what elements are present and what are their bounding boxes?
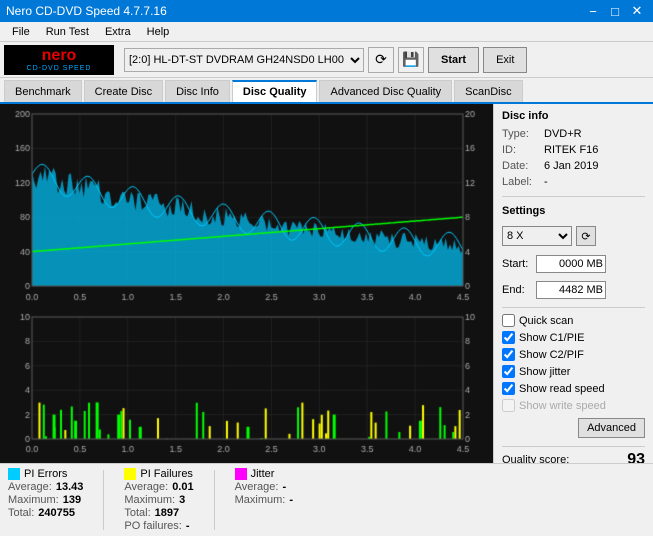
quick-scan-label[interactable]: Quick scan bbox=[519, 315, 573, 327]
tab-benchmark[interactable]: Benchmark bbox=[4, 80, 82, 102]
disc-info-title: Disc info bbox=[502, 110, 645, 122]
jitter-max-label: Maximum: bbox=[235, 494, 286, 506]
menu-extra[interactable]: Extra bbox=[97, 24, 139, 40]
disc-label-label: Label: bbox=[502, 176, 540, 188]
chart-bottom bbox=[2, 311, 491, 461]
pi-errors-stats: PI Errors Average: 13.43 Maximum: 139 To… bbox=[8, 468, 83, 532]
app-logo: nero CD-DVD SPEED bbox=[4, 45, 114, 75]
tab-bar: Benchmark Create Disc Disc Info Disc Qua… bbox=[0, 78, 653, 104]
stats-divider-1 bbox=[103, 470, 104, 530]
show-c1-pie-label[interactable]: Show C1/PIE bbox=[519, 332, 584, 344]
toolbar: nero CD-DVD SPEED [2:0] HL-DT-ST DVDRAM … bbox=[0, 42, 653, 78]
pi-failures-legend bbox=[124, 468, 136, 480]
pi-total-label: Total: bbox=[8, 507, 34, 519]
pi-total-value: 240755 bbox=[38, 507, 75, 519]
nero-sub-text: CD-DVD SPEED bbox=[27, 65, 92, 72]
tab-disc-info[interactable]: Disc Info bbox=[165, 80, 230, 102]
jitter-legend bbox=[235, 468, 247, 480]
app-title: Nero CD-DVD Speed 4.7.7.16 bbox=[6, 4, 167, 18]
pif-total-label: Total: bbox=[124, 507, 150, 519]
start-button[interactable]: Start bbox=[428, 47, 479, 73]
type-label: Type: bbox=[502, 128, 540, 140]
settings-title: Settings bbox=[502, 205, 645, 217]
jitter-stats: Jitter Average: - Maximum: - bbox=[235, 468, 293, 532]
pif-avg-label: Average: bbox=[124, 481, 168, 493]
refresh-icon-button[interactable]: ⟳ bbox=[368, 47, 394, 73]
jitter-title: Jitter bbox=[251, 468, 275, 480]
start-field[interactable] bbox=[536, 255, 606, 273]
end-label: End: bbox=[502, 284, 532, 296]
pi-errors-legend bbox=[8, 468, 20, 480]
disc-label-value: - bbox=[544, 176, 548, 188]
close-button[interactable]: ✕ bbox=[627, 1, 647, 21]
exit-button[interactable]: Exit bbox=[483, 47, 527, 73]
tab-disc-quality[interactable]: Disc Quality bbox=[232, 80, 318, 102]
jitter-max-value: - bbox=[289, 494, 293, 506]
pi-failures-title: PI Failures bbox=[140, 468, 193, 480]
show-c1-pie-checkbox[interactable] bbox=[502, 331, 515, 344]
tab-create-disc[interactable]: Create Disc bbox=[84, 80, 163, 102]
show-c2-pif-checkbox[interactable] bbox=[502, 348, 515, 361]
quality-score-label: Quality score: bbox=[502, 454, 569, 463]
id-label: ID: bbox=[502, 144, 540, 156]
date-label: Date: bbox=[502, 160, 540, 172]
menu-file[interactable]: File bbox=[4, 24, 38, 40]
show-jitter-checkbox[interactable] bbox=[502, 365, 515, 378]
pi-failures-stats: PI Failures Average: 0.01 Maximum: 3 Tot… bbox=[124, 468, 193, 532]
end-field[interactable] bbox=[536, 281, 606, 299]
show-read-speed-checkbox[interactable] bbox=[502, 382, 515, 395]
po-failures-label: PO failures: bbox=[124, 520, 181, 532]
titlebar: Nero CD-DVD Speed 4.7.7.16 − □ ✕ bbox=[0, 0, 653, 22]
quick-scan-checkbox[interactable] bbox=[502, 314, 515, 327]
stats-divider-2 bbox=[214, 470, 215, 530]
pi-errors-title: PI Errors bbox=[24, 468, 67, 480]
menubar: File Run Test Extra Help bbox=[0, 22, 653, 42]
pif-max-label: Maximum: bbox=[124, 494, 175, 506]
pi-avg-label: Average: bbox=[8, 481, 52, 493]
type-value: DVD+R bbox=[544, 128, 582, 140]
show-read-speed-label[interactable]: Show read speed bbox=[519, 383, 605, 395]
date-value: 6 Jan 2019 bbox=[544, 160, 598, 172]
menu-help[interactable]: Help bbox=[139, 24, 178, 40]
quality-score-row: Quality score: 93 bbox=[502, 446, 645, 463]
show-jitter-label[interactable]: Show jitter bbox=[519, 366, 570, 378]
drive-select[interactable]: [2:0] HL-DT-ST DVDRAM GH24NSD0 LH00 bbox=[124, 48, 364, 72]
save-icon-button[interactable]: 💾 bbox=[398, 47, 424, 73]
quality-score-value: 93 bbox=[627, 451, 645, 463]
advanced-button[interactable]: Advanced bbox=[578, 418, 645, 438]
show-write-speed-label: Show write speed bbox=[519, 400, 606, 412]
settings-icon-button[interactable]: ⟳ bbox=[576, 226, 596, 246]
jitter-avg-label: Average: bbox=[235, 481, 279, 493]
start-label: Start: bbox=[502, 258, 532, 270]
show-c2-pif-label[interactable]: Show C2/PIF bbox=[519, 349, 584, 361]
pif-total-value: 1897 bbox=[155, 507, 179, 519]
pif-max-value: 3 bbox=[179, 494, 185, 506]
stats-bar: PI Errors Average: 13.43 Maximum: 139 To… bbox=[0, 463, 653, 536]
show-write-speed-checkbox[interactable] bbox=[502, 399, 515, 412]
id-value: RITEK F16 bbox=[544, 144, 598, 156]
minimize-button[interactable]: − bbox=[583, 1, 603, 21]
pi-max-label: Maximum: bbox=[8, 494, 59, 506]
menu-run-test[interactable]: Run Test bbox=[38, 24, 97, 40]
chart-top bbox=[2, 106, 491, 310]
pi-avg-value: 13.43 bbox=[56, 481, 84, 493]
pi-max-value: 139 bbox=[63, 494, 81, 506]
tab-scandisc[interactable]: ScanDisc bbox=[454, 80, 522, 102]
tab-advanced-disc-quality[interactable]: Advanced Disc Quality bbox=[319, 80, 452, 102]
maximize-button[interactable]: □ bbox=[605, 1, 625, 21]
nero-logo-text: nero bbox=[42, 47, 77, 65]
speed-select[interactable]: 8 X 4 X 12 X 16 X bbox=[502, 226, 572, 246]
jitter-avg-value: - bbox=[282, 481, 286, 493]
pif-avg-value: 0.01 bbox=[172, 481, 193, 493]
po-failures-value: - bbox=[186, 520, 190, 532]
right-panel: Disc info Type: DVD+R ID: RITEK F16 Date… bbox=[493, 104, 653, 463]
